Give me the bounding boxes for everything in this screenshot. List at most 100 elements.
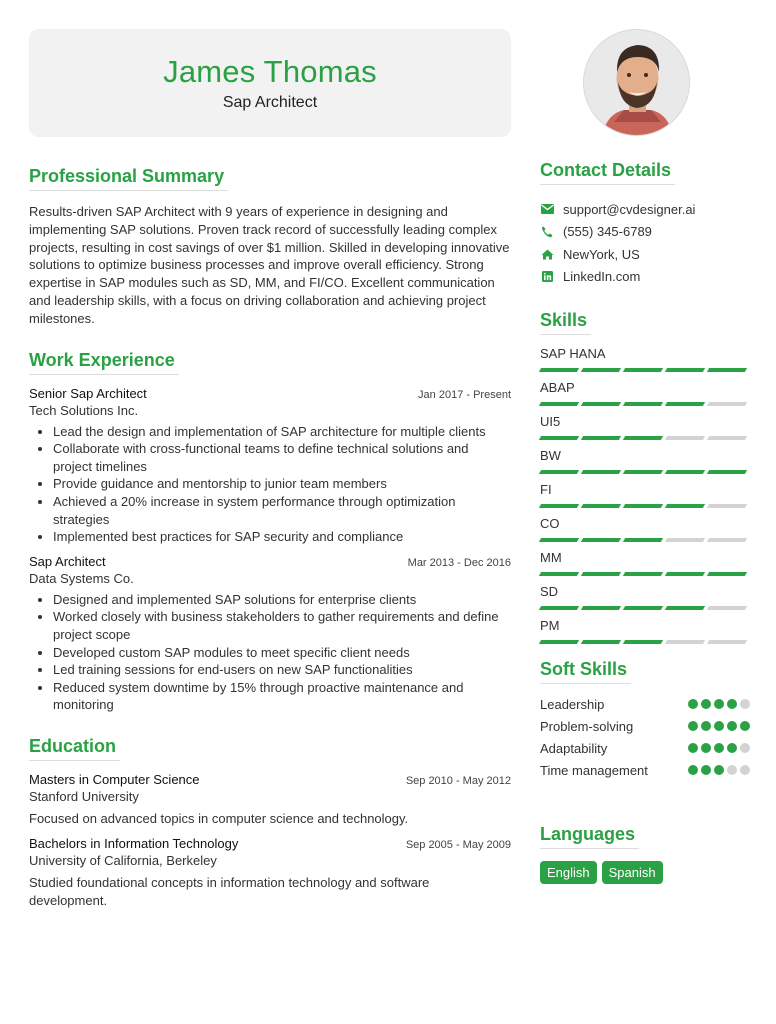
skill-name: PM — [540, 618, 560, 633]
job-bullet: Implemented best practices for SAP secur… — [53, 528, 511, 546]
soft-skill-item: Adaptability — [540, 737, 750, 759]
rating-dot-filled — [688, 765, 698, 775]
soft-skill-item: Problem-solving — [540, 715, 750, 737]
rating-dot-filled — [701, 765, 711, 775]
summary-section: Professional Summary Results-driven SAP … — [29, 166, 511, 328]
skills-section: Skills SAP HANA ABAP UI5 BW FI CO MM SD PM — [538, 310, 750, 645]
language-badge: English — [540, 861, 597, 884]
skill-level-bar — [538, 470, 750, 475]
contact-email-text: support@cvdesigner.ai — [563, 201, 696, 217]
job-title: Senior Sap Architect — [29, 385, 147, 401]
soft-skill-name: Adaptability — [540, 740, 608, 756]
skill-segment-empty — [664, 436, 706, 440]
soft-skills-section: Soft Skills Leadership Problem-solving Ada… — [540, 659, 750, 781]
rating-dot-empty — [727, 765, 737, 775]
job-date: Mar 2013 - Dec 2016 — [407, 556, 511, 569]
rating-dot-filled — [727, 699, 737, 709]
skill-segment-filled — [580, 402, 622, 406]
language-badge: Spanish — [601, 861, 663, 884]
skill-segment-empty — [706, 402, 748, 406]
skill-segment-filled — [538, 504, 580, 508]
sidebar-column: Contact Details support@cvdesigner.ai (5… — [538, 160, 750, 884]
rating-dot-filled — [740, 721, 750, 731]
rating-dot-filled — [688, 699, 698, 709]
job-company: Tech Solutions Inc. — [29, 402, 139, 418]
person-photo-icon — [584, 30, 689, 135]
job-company: Data Systems Co. — [29, 570, 134, 586]
skill-segment-filled — [538, 436, 580, 440]
contact-email[interactable]: support@cvdesigner.ai — [540, 198, 750, 221]
skill-segment-filled — [580, 640, 622, 644]
skill-segment-filled — [580, 504, 622, 508]
skill-segment-filled — [622, 402, 664, 406]
skill-item: ABAP — [538, 379, 750, 407]
soft-skill-name: Leadership — [540, 696, 605, 712]
rating-dot-filled — [688, 721, 698, 731]
soft-skill-rating — [688, 699, 750, 709]
rating-dot-filled — [727, 743, 737, 753]
section-title-education: Education — [29, 736, 121, 761]
soft-skill-item: Time management — [540, 759, 750, 781]
contact-linkedin[interactable]: LinkedIn.com — [540, 266, 750, 289]
section-title-soft-skills: Soft Skills — [540, 659, 632, 684]
job-bullet: Developed custom SAP modules to meet spe… — [53, 644, 511, 662]
skill-segment-filled — [538, 572, 580, 576]
skill-item: CO — [538, 515, 750, 543]
skill-segment-empty — [706, 538, 748, 542]
skill-segment-filled — [622, 470, 664, 474]
contact-linkedin-text: LinkedIn.com — [563, 269, 641, 285]
skill-level-bar — [538, 538, 750, 543]
job-bullets: Lead the design and implementation of SA… — [29, 423, 511, 546]
skill-item: PM — [538, 617, 750, 645]
contact-location-text: NewYork, US — [563, 246, 640, 262]
skill-segment-filled — [538, 470, 580, 474]
linkedin-icon — [540, 270, 554, 284]
skill-segment-empty — [664, 538, 706, 542]
skill-item: SAP HANA — [538, 345, 750, 373]
skill-segment-filled — [580, 436, 622, 440]
job-bullet: Lead the design and implementation of SA… — [53, 423, 511, 441]
contact-phone[interactable]: (555) 345-6789 — [540, 221, 750, 244]
skill-level-bar — [538, 368, 750, 373]
education-entry: Bachelors in Information Technology Sep … — [29, 836, 511, 909]
skill-segment-filled — [622, 538, 664, 542]
soft-skill-rating — [688, 721, 750, 731]
soft-skill-item: Leadership — [540, 693, 750, 715]
rating-dot-filled — [701, 743, 711, 753]
summary-text: Results-driven SAP Architect with 9 year… — [29, 204, 510, 326]
skill-segment-empty — [706, 436, 748, 440]
contact-location: NewYork, US — [540, 243, 750, 266]
languages-section: Languages English Spanish — [540, 824, 750, 884]
skill-name: UI5 — [540, 414, 561, 429]
skill-level-bar — [538, 640, 750, 645]
rating-dot-filled — [701, 721, 711, 731]
skill-segment-empty — [706, 606, 748, 610]
skill-segment-filled — [664, 504, 706, 508]
skill-item: SD — [538, 583, 750, 611]
home-icon — [540, 247, 554, 261]
skill-segment-filled — [580, 572, 622, 576]
skill-level-bar — [538, 436, 750, 441]
job-bullet: Provide guidance and mentorship to junio… — [53, 475, 511, 493]
education-date: Sep 2005 - May 2009 — [405, 839, 511, 852]
section-title-contact: Contact Details — [540, 160, 676, 185]
skill-segment-filled — [664, 402, 706, 406]
education-date: Sep 2010 - May 2012 — [405, 774, 511, 787]
skill-segment-filled — [706, 572, 748, 576]
rating-dot-filled — [714, 699, 724, 709]
rating-dot-empty — [740, 765, 750, 775]
education-description: Studied foundational concepts in informa… — [29, 875, 430, 909]
job-entry: Sap Architect Mar 2013 - Dec 2016 Data S… — [29, 554, 511, 714]
profile-photo — [583, 29, 690, 136]
school-name: Stanford University — [29, 788, 139, 804]
candidate-name: James Thomas — [163, 54, 377, 89]
main-column: Professional Summary Results-driven SAP … — [29, 166, 511, 910]
skill-segment-filled — [664, 606, 706, 610]
job-bullet: Achieved a 20% increase in system perfor… — [53, 493, 511, 528]
skill-name: BW — [540, 448, 561, 463]
soft-skill-rating — [688, 743, 750, 753]
job-bullet: Worked closely with business stakeholder… — [53, 608, 511, 643]
phone-icon — [540, 225, 554, 239]
rating-dot-filled — [688, 743, 698, 753]
skill-segment-filled — [706, 470, 748, 474]
